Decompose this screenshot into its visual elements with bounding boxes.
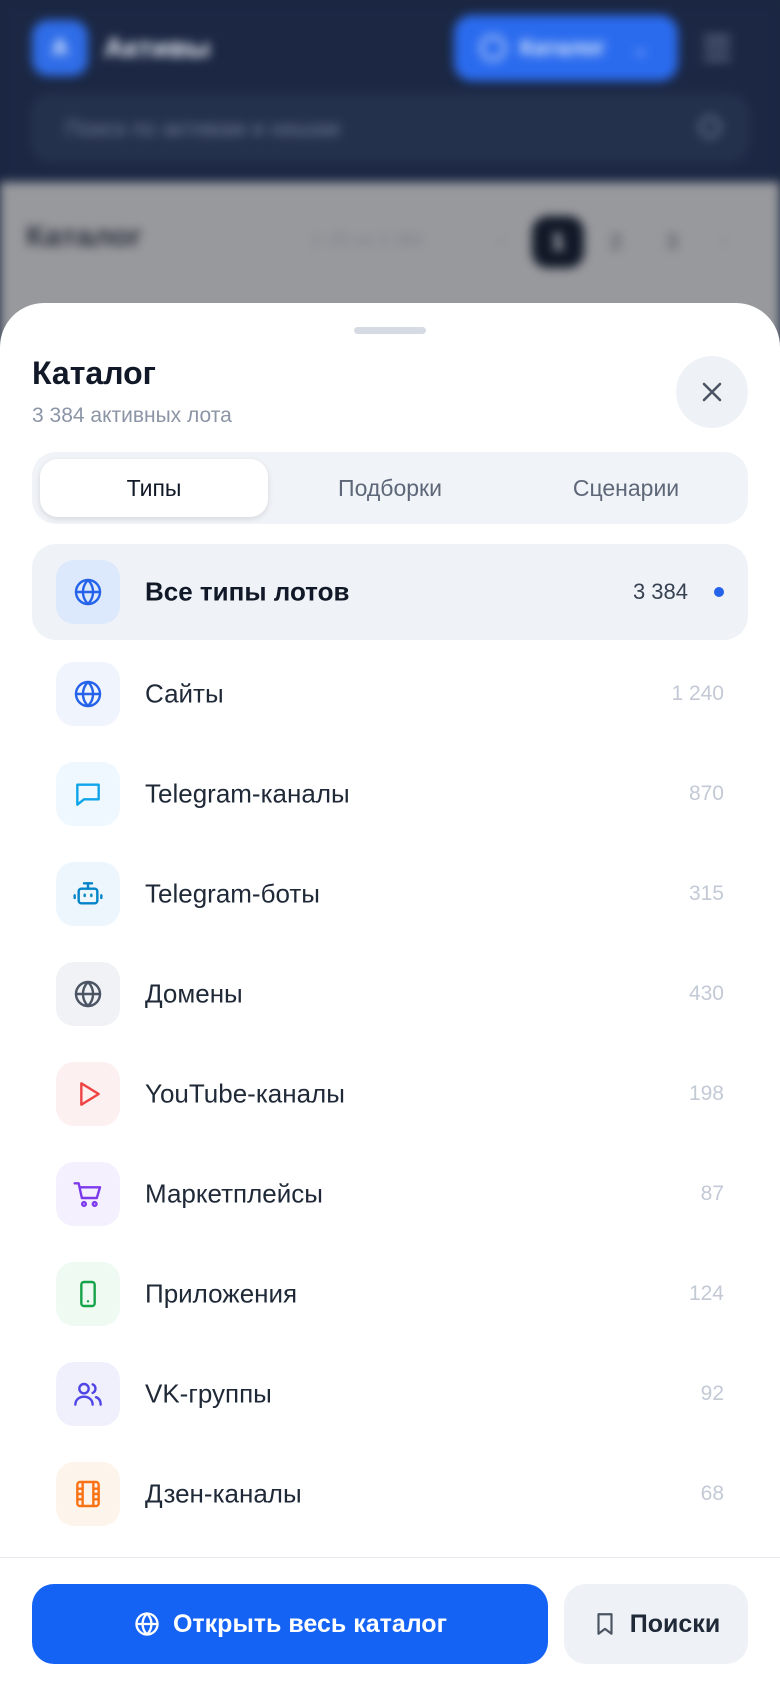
robot-icon: [56, 862, 120, 926]
globe-icon: [480, 35, 506, 61]
tab-scenarios[interactable]: Сценарии: [512, 459, 740, 517]
catalog-sheet: Каталог 3 384 активных лота Типы Подборк…: [0, 303, 780, 1688]
list-item-label: YouTube-каналы: [145, 1078, 345, 1109]
sheet-title: Каталог: [32, 355, 156, 391]
pagination-page-1: 1: [532, 216, 584, 268]
users-icon: [56, 1362, 120, 1426]
globe-icon: [56, 560, 120, 624]
page-title: Каталог: [26, 220, 143, 253]
results-range: 1–20 из 3 384: [310, 230, 424, 250]
header-catalog-label: Каталог: [520, 35, 606, 60]
chevron-left-icon: ‹: [498, 226, 506, 253]
list-item-vk-groups[interactable]: VK-группы 92: [32, 1344, 748, 1444]
app-header: A Активы Каталог ⌄ Поиск по активам и ни…: [0, 0, 780, 182]
menu-icon: [704, 36, 730, 60]
cart-icon: [56, 1162, 120, 1226]
list-item-count: 92: [700, 1382, 724, 1405]
app-title: Активы: [104, 32, 211, 63]
list-item-label: Приложения: [145, 1278, 298, 1309]
play-icon: [56, 1062, 120, 1126]
search-bar: Поиск по активам и нишам: [32, 95, 748, 161]
film-icon: [56, 1462, 120, 1526]
list-item-count: 870: [688, 782, 724, 805]
chevron-right-icon: ›: [720, 226, 728, 253]
pagination-page-2: 2: [609, 229, 623, 254]
list-item-label: Все типы лотов: [145, 576, 350, 607]
tab-collections[interactable]: Подборки: [276, 459, 504, 517]
list-item-count: 3 384: [632, 579, 688, 604]
lot-type-list: Все типы лотов 3 384 Сайты 1 240 Telegra…: [32, 544, 748, 1544]
saved-searches-button[interactable]: Поиски: [564, 1584, 748, 1664]
list-item-label: Дзен-каналы: [145, 1478, 302, 1509]
selected-indicator: [714, 587, 724, 597]
list-item-label: Сайты: [145, 678, 224, 709]
smartphone-icon: [56, 1262, 120, 1326]
list-item-telegram-bots[interactable]: Telegram-боты 315: [32, 844, 748, 944]
list-item-marketplaces[interactable]: Маркетплейсы 87: [32, 1144, 748, 1244]
open-full-catalog-button[interactable]: Открыть весь каталог: [32, 1584, 548, 1664]
list-item-count: 1 240: [671, 682, 724, 705]
list-item-apps[interactable]: Приложения 124: [32, 1244, 748, 1344]
list-item-label: Домены: [145, 978, 243, 1009]
sheet-drag-handle[interactable]: [354, 327, 426, 334]
globe-icon: [56, 962, 120, 1026]
list-item-label: VK-группы: [145, 1378, 272, 1409]
list-item-sites[interactable]: Сайты 1 240: [32, 644, 748, 744]
list-item-youtube-channels[interactable]: YouTube-каналы 198: [32, 1044, 748, 1144]
list-item-domains[interactable]: Домены 430: [32, 944, 748, 1044]
close-button[interactable]: [676, 356, 748, 428]
tab-types[interactable]: Типы: [40, 459, 268, 517]
globe-icon: [135, 1612, 159, 1636]
list-item-count: 430: [688, 982, 724, 1005]
list-item-dzen-channels[interactable]: Дзен-каналы 68: [32, 1444, 748, 1544]
saved-searches-label: Поиски: [629, 1609, 721, 1638]
list-item-label: Telegram-каналы: [145, 778, 350, 809]
list-item-all-types[interactable]: Все типы лотов 3 384: [32, 544, 748, 640]
message-icon: [56, 762, 120, 826]
list-item-count: 198: [688, 1082, 724, 1105]
list-item-telegram-channels[interactable]: Telegram-каналы 870: [32, 744, 748, 844]
list-item-count: 124: [688, 1282, 724, 1305]
search-placeholder: Поиск по активам и нишам: [65, 116, 340, 141]
header-catalog-button: Каталог ⌄: [454, 15, 678, 81]
list-item-label: Telegram-боты: [145, 878, 320, 909]
app-logo: A: [32, 20, 88, 76]
globe-icon: [56, 662, 120, 726]
sheet-subtitle: 3 384 активных лота: [32, 404, 232, 427]
close-icon: [702, 382, 722, 402]
open-full-catalog-label: Открыть весь каталог: [172, 1609, 447, 1638]
list-item-count: 68: [700, 1482, 724, 1505]
bookmark-icon: [597, 1613, 613, 1635]
catalog-tabs: Типы Подборки Сценарии: [32, 452, 748, 524]
list-item-label: Маркетплейсы: [145, 1178, 323, 1209]
list-item-count: 315: [688, 882, 724, 905]
pagination-page-3: 3: [665, 229, 679, 254]
chevron-down-icon: ⌄: [632, 39, 648, 59]
list-item-count: 87: [700, 1182, 724, 1205]
search-icon: [699, 116, 721, 138]
